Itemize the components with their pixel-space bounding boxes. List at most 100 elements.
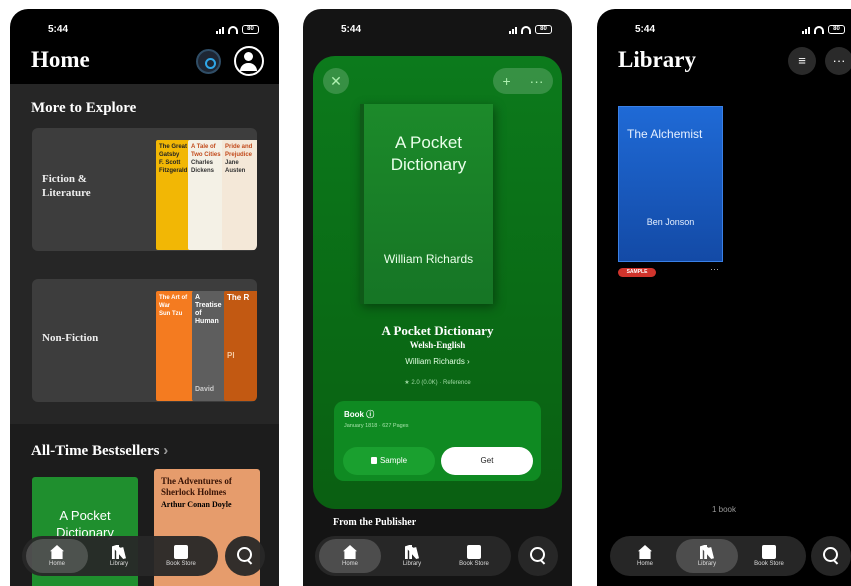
library-icon	[112, 545, 126, 559]
format-meta: January 1818 · 627 Pages	[344, 423, 409, 429]
add-icon[interactable]: +	[502, 73, 510, 89]
battery-icon: 80	[828, 25, 845, 34]
get-button[interactable]: Get	[441, 447, 533, 475]
tab-label: Book Store	[166, 561, 196, 567]
tab-label: Library	[109, 561, 129, 567]
home-icon	[343, 545, 357, 559]
book-author: Ben Jonson	[646, 217, 695, 227]
search-icon[interactable]	[225, 536, 265, 576]
book-cover: Pride and Prejudice Jane Austen	[222, 140, 257, 250]
library-screen: 5:44 80 Library ≡ ··· The Alchemist Ben …	[597, 9, 851, 586]
status-bar: 5:44 80	[303, 24, 572, 38]
cover-author: William Richards	[383, 252, 474, 266]
wifi-icon	[228, 25, 238, 34]
book-title: A Treatise of Human	[195, 294, 222, 325]
category-card-nonfiction[interactable]: Non-Fiction The Art of War Sun Tzu A Tre…	[32, 279, 257, 402]
home-screen: 5:44 80 Home More to Explore Fiction & L…	[10, 9, 279, 586]
signal-icon	[509, 26, 517, 34]
category-label: Non-Fiction	[42, 332, 99, 344]
section-title: More to Explore	[31, 100, 137, 116]
book-author: Charles Dickens	[191, 160, 215, 174]
book-subtitle: Welsh-English	[409, 340, 466, 350]
wifi-icon	[814, 25, 824, 34]
rating: ★ 2.0 (0.0K) · Reference	[404, 380, 471, 386]
tab-library[interactable]: Library	[88, 539, 150, 573]
buy-box: Book ⓘ January 1818 · 627 Pages Sample G…	[334, 401, 541, 481]
book-title: The Great Gatsby	[159, 144, 188, 158]
battery-icon: 80	[242, 25, 259, 34]
book-title: The R	[227, 293, 250, 302]
category-label: Fiction & Literature	[42, 173, 91, 199]
book-count: 1 book	[711, 505, 737, 514]
author-link[interactable]: William Richards ›	[303, 357, 572, 366]
book-cover: A Pocket Dictionary William Richards	[360, 104, 493, 304]
status-time: 5:44	[341, 24, 362, 35]
library-book[interactable]: The Alchemist Ben Jonson	[618, 106, 723, 262]
sample-button[interactable]: Sample	[343, 447, 435, 475]
tab-book-store[interactable]: Book Store	[150, 539, 212, 573]
tab-book-store[interactable]: Book Store	[443, 539, 505, 573]
book-author: David	[195, 386, 215, 393]
category-card-fiction[interactable]: Fiction & Literature The Great Gatsby F.…	[32, 128, 257, 251]
tab-book-store[interactable]: Book Store	[738, 539, 800, 573]
actions-pill: + ···	[493, 68, 553, 94]
format-label: Book ⓘ	[344, 410, 375, 419]
book-cover: The Art of War Sun Tzu	[156, 291, 194, 401]
button-label: Sample	[379, 456, 408, 465]
page-title: Library	[618, 47, 696, 72]
book-author: F. Scott Fitzgerald	[159, 160, 188, 174]
book-more-icon[interactable]: ···	[710, 264, 719, 274]
alexa-icon[interactable]	[196, 49, 221, 74]
search-icon[interactable]	[518, 536, 558, 576]
wifi-icon	[521, 25, 531, 34]
close-icon[interactable]: ✕	[323, 68, 349, 94]
book-author: Sun Tzu	[159, 311, 183, 317]
status-time: 5:44	[48, 24, 69, 35]
tab-label: Home	[636, 561, 653, 567]
book-store-icon	[762, 545, 776, 559]
tab-home[interactable]: Home	[26, 539, 88, 573]
book-detail-screen: 5:44 80 ✕ + ··· A Pocket Dictionary Will…	[303, 9, 572, 586]
home-icon	[638, 545, 652, 559]
book-title: A Pocket Dictionary	[381, 323, 494, 338]
search-icon[interactable]	[811, 536, 851, 576]
page-title: Home	[31, 47, 90, 72]
tab-label: Home	[341, 561, 358, 567]
book-title: Pride and Prejudice	[225, 144, 253, 158]
chevron-right-icon: ›	[163, 442, 169, 459]
status-time: 5:44	[635, 24, 656, 35]
section-title[interactable]: All-Time Bestsellers ›	[31, 442, 168, 460]
home-icon	[50, 545, 64, 559]
cover-title: A Pocket Dictionary	[390, 133, 467, 174]
status-bar: 5:44 80	[597, 24, 851, 38]
library-icon	[405, 545, 419, 559]
tab-label: Library	[697, 561, 717, 567]
book-cover: The R Pl	[224, 291, 257, 401]
tab-home[interactable]: Home	[319, 539, 381, 573]
list-view-icon[interactable]: ≡	[788, 47, 816, 75]
book-author: Jane Austen	[225, 160, 246, 174]
status-bar: 5:44 80	[10, 24, 279, 38]
signal-icon	[216, 26, 224, 34]
signal-icon	[802, 26, 810, 34]
book-title: The Adventures of Sherlock Holmes	[161, 476, 232, 497]
tab-bar: Home Library Book Store	[610, 536, 806, 576]
more-icon[interactable]: ···	[825, 47, 851, 75]
tab-label: Home	[48, 561, 65, 567]
book-store-icon	[174, 545, 188, 559]
tab-library[interactable]: Library	[676, 539, 738, 573]
book-title: The Alchemist	[627, 127, 703, 141]
tab-bar: Home Library Book Store	[315, 536, 511, 576]
tab-label: Book Store	[754, 561, 784, 567]
book-author: Pl	[227, 351, 235, 360]
more-to-explore-section: More to Explore Fiction & Literature The…	[10, 84, 279, 424]
more-icon[interactable]: ···	[530, 73, 544, 89]
book-title: A Tale of Two Cities	[191, 144, 221, 158]
tab-home[interactable]: Home	[614, 539, 676, 573]
tab-library[interactable]: Library	[381, 539, 443, 573]
from-publisher-heading: From the Publisher	[333, 517, 417, 528]
book-store-icon	[467, 545, 481, 559]
book-title: The Art of War	[159, 295, 188, 309]
profile-icon[interactable]	[234, 46, 264, 76]
library-icon	[700, 545, 714, 559]
